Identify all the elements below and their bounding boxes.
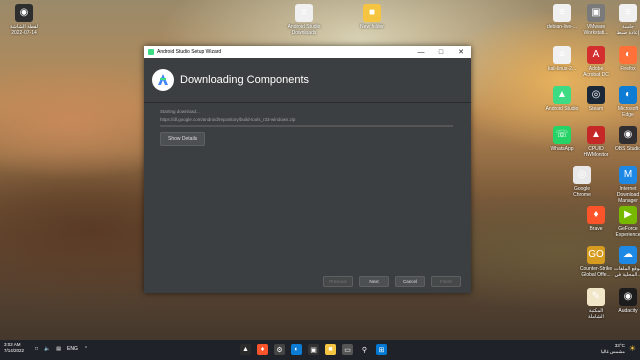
- previous-button[interactable]: Previous: [323, 276, 353, 287]
- setup-wizard-window: Android Studio Setup Wizard — □ ✕ Downlo…: [144, 46, 471, 293]
- desktop-app-icon: ◎: [587, 86, 605, 104]
- taskbar-apps: ▲ ♦ ⚙ ◐ ▣ ■ ▭ ⚲ ⊞: [240, 344, 387, 355]
- desktop-app-icon: ◐: [619, 46, 637, 64]
- desktop-icon-label: Firefox: [620, 66, 636, 72]
- minimize-icon[interactable]: —: [411, 49, 431, 56]
- desktop-app-icon: M: [619, 166, 637, 184]
- desktop-icon-label: لقطة الشاشة 2022-07-14: [10, 24, 38, 36]
- search-icon[interactable]: ⚲: [359, 344, 370, 355]
- desktop-icon-label: Microsoft Edge: [617, 106, 639, 118]
- desktop-app-icon: ≡: [619, 4, 637, 22]
- desktop-app-icon: A: [587, 46, 605, 64]
- terminal-taskbar-icon[interactable]: ▣: [308, 344, 319, 355]
- next-button[interactable]: Next: [359, 276, 389, 287]
- desktop-icon-label: Audacity: [618, 308, 638, 314]
- maximize-icon[interactable]: □: [431, 49, 451, 56]
- desktop-app-icon: GO: [587, 246, 605, 264]
- desktop-icon[interactable]: ◎ Google Chrome: [558, 166, 606, 198]
- desktop-app-icon: ◉: [619, 126, 637, 144]
- clock-date: 7/14/2022: [4, 348, 25, 353]
- task-view-taskbar-icon[interactable]: ▭: [342, 344, 353, 355]
- desktop-icon-label: GeForce Experience: [615, 226, 640, 238]
- close-icon[interactable]: ✕: [451, 48, 471, 56]
- finish-button[interactable]: Finish: [431, 276, 461, 287]
- notification-icon[interactable]: □: [35, 346, 38, 352]
- desktop-app-icon: ✎: [587, 288, 605, 306]
- desktop-icon-label: OBS Studio: [614, 146, 640, 152]
- desktop-app-icon: ≡: [553, 4, 571, 22]
- desktop-app-icon: ▶: [619, 206, 637, 224]
- desktop-icon[interactable]: M Internet Download Manager: [604, 166, 640, 204]
- settings-taskbar-icon[interactable]: ⚙: [274, 344, 285, 355]
- desktop-app-icon: ♦: [587, 206, 605, 224]
- desktop-icon-label: New folder: [360, 24, 384, 30]
- start-icon[interactable]: ⊞: [376, 344, 387, 355]
- wizard-banner: Downloading Components: [144, 58, 471, 103]
- desktop-app-icon: ▲: [553, 86, 571, 104]
- desktop-app-icon: ■: [363, 4, 381, 22]
- desktop-icon[interactable]: ≡ Android Studio Downloads: [280, 4, 328, 36]
- weather-widget[interactable]: 33°C مشمس غالبا ☀: [601, 343, 636, 355]
- download-status: Starting download...: [160, 109, 200, 114]
- weather-desc: مشمس غالبا: [600, 349, 625, 354]
- desktop-app-icon: ◐: [619, 86, 637, 104]
- desktop-icon-label: Google Chrome: [573, 186, 591, 198]
- window-titlebar[interactable]: Android Studio Setup Wizard — □ ✕: [144, 46, 471, 58]
- desktop-icon-label: جلسة إعادة ضبط: [616, 24, 640, 36]
- desktop-icon[interactable]: ▶ GeForce Experience: [604, 206, 640, 238]
- wizard-footer: Previous Next Cancel Finish: [323, 276, 461, 287]
- network-icon[interactable]: ▤: [56, 346, 61, 352]
- desktop-app-icon: ≡: [553, 46, 571, 64]
- desktop-icon-label: موقع الملفات المحلية في...: [614, 266, 640, 278]
- language-indicator[interactable]: ENG: [67, 346, 78, 352]
- download-progress-bar: [160, 125, 453, 127]
- desktop-app-icon: ◎: [573, 166, 591, 184]
- desktop-app-icon: ▣: [587, 4, 605, 22]
- volume-icon[interactable]: 🔈: [44, 346, 50, 352]
- desktop-icon[interactable]: ◉ OBS Studio: [604, 126, 640, 152]
- cancel-button[interactable]: Cancel: [395, 276, 425, 287]
- desktop-app-icon: ▲: [587, 126, 605, 144]
- edge-taskbar-icon[interactable]: ◐: [291, 344, 302, 355]
- desktop-icon[interactable]: ◉ Audacity: [604, 288, 640, 314]
- desktop-icon[interactable]: ◉ لقطة الشاشة 2022-07-14: [0, 4, 48, 36]
- android-studio-logo-icon: [152, 69, 174, 91]
- file-explorer-taskbar-icon[interactable]: ■: [325, 344, 336, 355]
- desktop-icon[interactable]: ≡ جلسة إعادة ضبط: [604, 4, 640, 36]
- wizard-content: Starting download... https://dl.google.c…: [144, 103, 471, 280]
- android-studio-icon: [148, 49, 154, 55]
- clock[interactable]: 3:02 AM 7/14/2022: [4, 342, 24, 354]
- window-title: Android Studio Setup Wizard: [157, 49, 222, 55]
- desktop-app-icon: ☁: [619, 246, 637, 264]
- chevron-up-icon[interactable]: ⌃: [84, 346, 88, 352]
- download-url: https://dl.google.com/android/repository…: [160, 117, 296, 122]
- taskbar: 3:02 AM 7/14/2022 □ 🔈 ▤ ENG ⌃ ▲ ♦ ⚙ ◐ ▣ …: [0, 340, 640, 360]
- show-details-button[interactable]: Show Details: [160, 132, 206, 146]
- brave-taskbar-icon[interactable]: ♦: [257, 344, 268, 355]
- sun-icon: ☀: [628, 344, 636, 353]
- android-studio-taskbar-icon[interactable]: ▲: [240, 344, 251, 355]
- desktop-icon[interactable]: ☁ موقع الملفات المحلية في...: [604, 246, 640, 278]
- desktop-icon[interactable]: ■ New folder: [348, 4, 396, 30]
- page-title: Downloading Components: [180, 74, 310, 86]
- desktop-app-icon: ≡: [295, 4, 313, 22]
- desktop-icon-label: Android Studio Downloads: [287, 24, 321, 36]
- desktop-app-icon: ◉: [15, 4, 33, 22]
- desktop-icon[interactable]: ◐ Firefox: [604, 46, 640, 72]
- desktop-app-icon: ☏: [553, 126, 571, 144]
- desktop-icon-label: Internet Download Manager: [616, 186, 640, 204]
- desktop-icon[interactable]: ◐ Microsoft Edge: [604, 86, 640, 118]
- desktop-app-icon: ◉: [619, 288, 637, 306]
- system-tray: □ 🔈 ▤ ENG ⌃: [35, 346, 88, 352]
